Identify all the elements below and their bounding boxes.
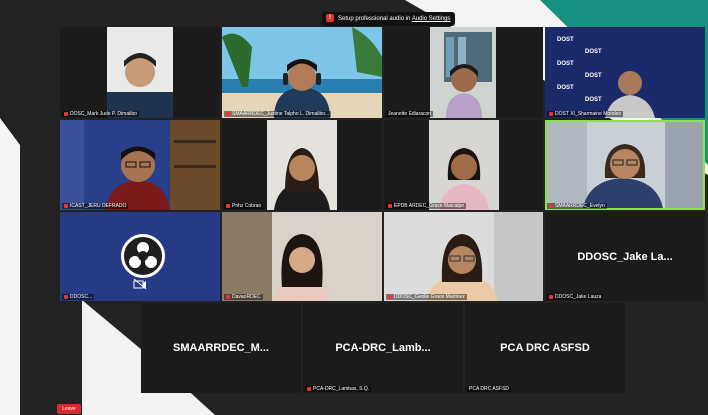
- dost-logo-text: DOST: [585, 97, 602, 103]
- participant-display-name: PCA DRC ASFSD: [500, 342, 590, 354]
- leave-button[interactable]: Leave: [57, 404, 81, 414]
- participant-name: DOSC_Mark Jude P. Dimalibo: [62, 111, 139, 117]
- participant-name: EPDB ARDEC_Grace Maicalpe: [386, 203, 467, 209]
- participant-name: DOST XI_Sharmaine Morales: [547, 111, 624, 117]
- participant-video: [547, 122, 703, 208]
- video-tile[interactable]: SMAARRDEC_Justine Talpho L. Dimalibo...: [222, 27, 382, 118]
- participant-name: DavaoRDEC: [224, 294, 263, 300]
- participant-name: PCA DRC ASFSD: [467, 386, 512, 392]
- participant-video: [107, 27, 173, 118]
- video-tile[interactable]: SMAARRDEC_M...: [141, 303, 301, 393]
- video-tile[interactable]: DDOSC_Jake La... DDOSC_Jake Lauza: [545, 212, 705, 301]
- video-tile[interactable]: PCA DRC ASFSD PCA DRC ASFSD: [465, 303, 625, 393]
- participant-video: [222, 27, 382, 118]
- participant-name: ICAST_JERU DEFRADO: [62, 203, 129, 209]
- mic-muted-icon: [388, 294, 392, 299]
- participant-video: [267, 120, 337, 210]
- participant-display-name: DDOSC_Jake La...: [577, 250, 673, 263]
- video-tile[interactable]: PCA-DRC_Lamb... PCA-DRC_Lambas, S.Q.: [303, 303, 463, 393]
- mic-muted-icon: [64, 111, 68, 116]
- participant-name: DDOSC_Geolie Grace Martinez: [386, 294, 467, 300]
- dost-logo-text: DOST: [557, 37, 574, 43]
- video-tile[interactable]: DDOSC_Geolie Grace Martinez: [384, 212, 543, 301]
- mic-muted-icon: [388, 203, 392, 208]
- audio-settings-notice[interactable]: ! Setup professional audio in Audio Setti…: [322, 12, 456, 26]
- dost-logo-text: DOST: [585, 49, 602, 55]
- camera-off-icon: [133, 279, 147, 289]
- mic-muted-icon: [307, 386, 311, 391]
- dost-logo-text: DOST: [557, 61, 574, 67]
- video-tile[interactable]: DOSC_Mark Jude P. Dimalibo: [60, 27, 220, 118]
- participant-video: [429, 120, 499, 210]
- obs-logo-icon: [121, 234, 165, 278]
- participant-video: [222, 212, 382, 301]
- participant-video: [60, 120, 220, 210]
- mic-muted-icon: [549, 111, 553, 116]
- dost-logo-text: DOST: [585, 73, 602, 79]
- participant-video: [430, 27, 496, 118]
- notice-text: Setup professional audio in: [338, 16, 412, 22]
- participant-name: SMAARRDEC_Justine Talpho L. Dimalibo...: [224, 111, 332, 117]
- audio-settings-link[interactable]: Audio Settings: [412, 16, 451, 22]
- mic-muted-icon: [226, 203, 230, 208]
- video-tile[interactable]: Pnhz Cobrao: [222, 120, 382, 210]
- video-tile[interactable]: ICAST_JERU DEFRADO: [60, 120, 220, 210]
- participant-name: DDOSC...: [62, 294, 95, 300]
- mic-muted-icon: [226, 111, 230, 116]
- video-tile[interactable]: DDOSC...: [60, 212, 220, 301]
- mic-muted-icon: [549, 294, 553, 299]
- mic-muted-icon: [64, 203, 68, 208]
- mic-muted-icon: [64, 294, 68, 299]
- video-tile-active-speaker[interactable]: SMAARRDEC_Evelyn: [545, 120, 705, 210]
- participant-display-name: SMAARRDEC_M...: [173, 342, 269, 354]
- mic-muted-icon: [549, 203, 553, 208]
- video-tile[interactable]: Jeanette Ediaracon: [384, 27, 543, 118]
- participant-name: PCA-DRC_Lambas, S.Q.: [305, 386, 372, 392]
- participant-name: Jeanette Ediaracon: [386, 111, 434, 117]
- participant-display-name: PCA-DRC_Lamb...: [335, 342, 431, 354]
- warning-icon: !: [326, 14, 334, 23]
- participant-video: DOST DOST DOST DOST DOST DOST: [545, 27, 705, 118]
- video-tile[interactable]: DOST DOST DOST DOST DOST DOST DOST XI_Sh…: [545, 27, 705, 118]
- dost-logo-text: DOST: [557, 85, 574, 91]
- participant-name: SMAARRDEC_Evelyn: [547, 203, 607, 209]
- mic-muted-icon: [226, 294, 230, 299]
- video-tile[interactable]: EPDB ARDEC_Grace Maicalpe: [384, 120, 543, 210]
- video-tile[interactable]: DavaoRDEC: [222, 212, 382, 301]
- participant-name: DDOSC_Jake Lauza: [547, 294, 604, 300]
- participant-name: Pnhz Cobrao: [224, 203, 264, 209]
- participant-video: [384, 212, 543, 301]
